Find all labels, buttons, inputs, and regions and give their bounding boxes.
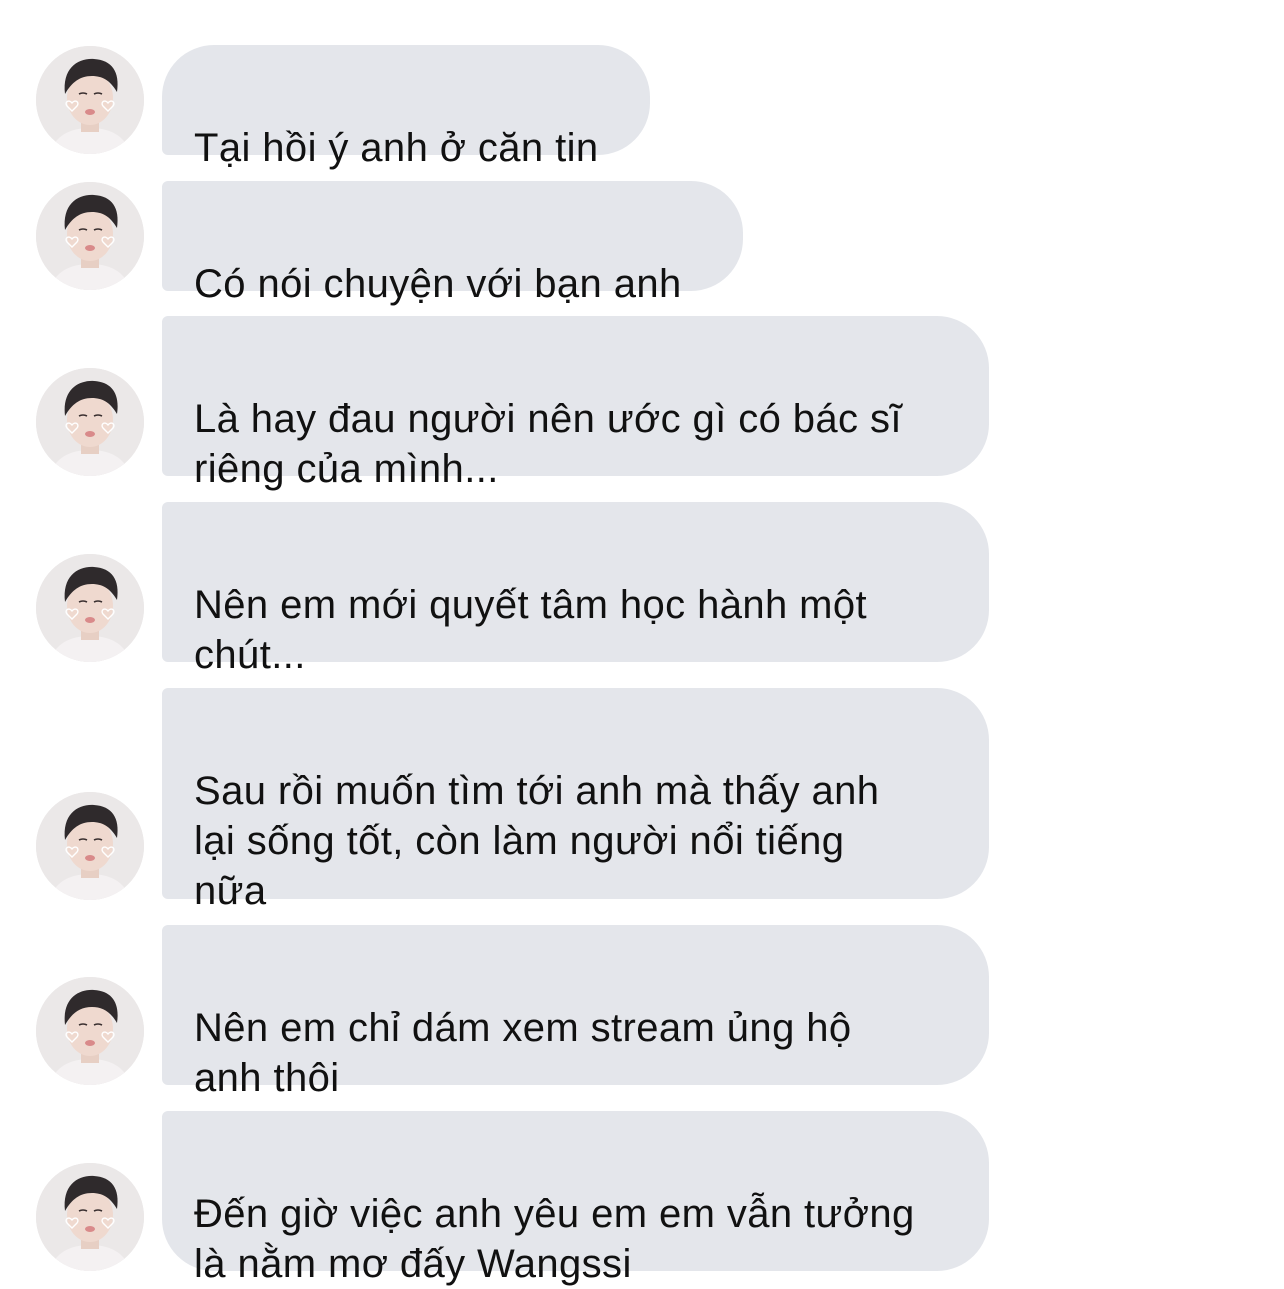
message-bubble[interactable]: Nên em chỉ dám xem stream ủng hộ anh thô… [162, 925, 989, 1100]
user-avatar-icon [36, 368, 144, 476]
message-row: Nên em mới quyết tâm học hành một chút..… [0, 502, 1284, 677]
message-bubble[interactable]: Sau rồi muốn tìm tới anh mà thấy anh lại… [162, 688, 989, 913]
message-row: Là hay đau người nên ước gì có bác sĩ ri… [0, 316, 1284, 491]
message-text: Đến giờ việc anh yêu em em vẫn tưởng là … [194, 1192, 915, 1286]
sender-avatar[interactable] [36, 554, 144, 662]
sender-avatar[interactable] [36, 182, 144, 290]
sender-avatar[interactable] [36, 792, 144, 900]
message-text: Nên em chỉ dám xem stream ủng hộ anh thô… [194, 1006, 852, 1100]
message-bubble[interactable]: Đến giờ việc anh yêu em em vẫn tưởng là … [162, 1111, 989, 1286]
message-row: Nên em chỉ dám xem stream ủng hộ anh thô… [0, 925, 1284, 1100]
sender-avatar[interactable] [36, 46, 144, 154]
message-row: Tại hồi ý anh ở căn tin [0, 45, 1284, 170]
message-text: Nên em mới quyết tâm học hành một chút..… [194, 583, 868, 677]
message-row: Đến giờ việc anh yêu em em vẫn tưởng là … [0, 1111, 1284, 1286]
message-bubble[interactable]: Tại hồi ý anh ở căn tin [162, 45, 650, 170]
message-text: Sau rồi muốn tìm tới anh mà thấy anh lại… [194, 769, 880, 913]
message-text: Là hay đau người nên ước gì có bác sĩ ri… [194, 397, 902, 491]
user-avatar-icon [36, 182, 144, 290]
user-avatar-icon [36, 1163, 144, 1271]
message-thread: Tại hồi ý anh ở căn tin Có nói chuyện vớ… [0, 0, 1284, 1286]
message-text: Tại hồi ý anh ở căn tin [194, 126, 599, 170]
user-avatar-icon [36, 792, 144, 900]
message-text: Có nói chuyện với bạn anh [194, 262, 682, 306]
message-bubble[interactable]: Là hay đau người nên ước gì có bác sĩ ri… [162, 316, 989, 491]
message-bubble[interactable]: Nên em mới quyết tâm học hành một chút..… [162, 502, 989, 677]
sender-avatar[interactable] [36, 368, 144, 476]
user-avatar-icon [36, 977, 144, 1085]
message-row: Có nói chuyện với bạn anh [0, 181, 1284, 306]
sender-avatar[interactable] [36, 977, 144, 1085]
user-avatar-icon [36, 46, 144, 154]
message-bubble[interactable]: Có nói chuyện với bạn anh [162, 181, 743, 306]
sender-avatar[interactable] [36, 1163, 144, 1271]
message-row: Sau rồi muốn tìm tới anh mà thấy anh lại… [0, 688, 1284, 913]
user-avatar-icon [36, 554, 144, 662]
